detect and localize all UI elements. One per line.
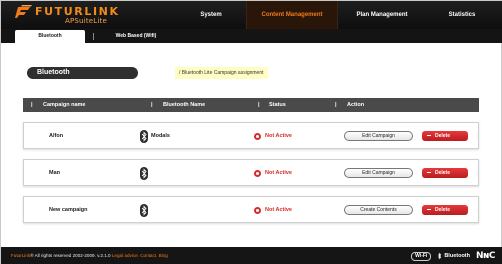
bluetooth-icon xyxy=(140,204,148,217)
delete-label: Delete xyxy=(435,170,451,176)
footer-brand-link[interactable]: FuturLink xyxy=(11,253,30,258)
tab-divider xyxy=(93,33,94,40)
delete-label: Delete xyxy=(435,207,451,213)
table-row: Alfon Modals Not Active Edit Campaign De… xyxy=(23,122,479,149)
column-header-status: Status xyxy=(269,102,286,108)
main-nav: System Content Management Plan Managemen… xyxy=(176,1,498,29)
sub-tabs: Bluetooth Web Based (Wifi) xyxy=(1,29,502,43)
section-title: Bluetooth xyxy=(27,67,138,79)
header-separator: | xyxy=(151,102,153,108)
footer: FuturLink® All rights reserved 2002-2009… xyxy=(1,247,502,264)
nfc-logo: NɴC xyxy=(476,251,496,261)
status-label: Not Active xyxy=(265,207,292,213)
footer-text: FuturLink® All rights reserved 2002-2009… xyxy=(11,247,168,264)
nav-plan-management[interactable]: Plan Management xyxy=(338,1,426,29)
status-label: Not Active xyxy=(265,133,292,139)
table-header: | Campaign name | Bluetooth Name | Statu… xyxy=(23,98,479,112)
header-separator: | xyxy=(258,102,260,108)
footer-links[interactable]: Legal advice. Contact. Blog xyxy=(112,253,168,258)
edit-campaign-button[interactable]: Edit Campaign xyxy=(344,168,413,178)
nav-system[interactable]: System xyxy=(176,1,246,29)
product-name: APSuiteLite xyxy=(65,17,107,25)
not-active-icon xyxy=(254,207,261,214)
tab-bluetooth[interactable]: Bluetooth xyxy=(15,30,85,43)
nav-content-management[interactable]: Content Management xyxy=(246,1,338,29)
nav-statistics[interactable]: Statistics xyxy=(426,1,498,29)
footer-copyright: All rights reserved 2002-2009. v.2.1.0 xyxy=(33,253,111,258)
bluetooth-logo-text: Bluetooth xyxy=(444,253,470,259)
delete-label: Delete xyxy=(435,133,451,139)
table-row: New campaign Not Active Create Contents … xyxy=(23,196,479,223)
status-label: Not Active xyxy=(265,170,292,176)
minus-icon xyxy=(427,135,431,137)
minus-icon xyxy=(427,172,431,174)
app-window: FUTURLINK APSuiteLite System Content Man… xyxy=(0,0,502,264)
column-header-campaign: Campaign name xyxy=(43,102,86,108)
bluetooth-icon xyxy=(140,167,148,180)
not-active-icon xyxy=(254,170,261,177)
bluetooth-icon xyxy=(438,252,442,260)
table-row: Man Not Active Edit Campaign Delete xyxy=(23,159,479,186)
header-separator: | xyxy=(335,102,337,108)
top-header: FUTURLINK APSuiteLite System Content Man… xyxy=(1,1,502,29)
footer-logos: Wi-Fi Bluetooth NɴC xyxy=(411,250,496,262)
campaign-name: Alfon xyxy=(49,133,64,139)
campaign-name: Man xyxy=(49,170,60,176)
column-header-bluetooth-name: Bluetooth Name xyxy=(163,102,206,108)
edit-campaign-button[interactable]: Edit Campaign xyxy=(344,131,413,141)
column-header-action: Action xyxy=(347,102,365,108)
brand-logo[interactable]: FUTURLINK APSuiteLite xyxy=(15,5,125,27)
tab-web-based-wifi[interactable]: Web Based (Wifi) xyxy=(105,30,167,43)
bluetooth-icon xyxy=(140,130,148,143)
create-contents-button[interactable]: Create Contents xyxy=(344,205,413,215)
wifi-logo: Wi-Fi xyxy=(411,251,432,261)
delete-button[interactable]: Delete xyxy=(422,131,468,141)
bluetooth-logo: Bluetooth xyxy=(437,252,470,260)
campaign-name: New campaign xyxy=(49,207,88,213)
not-active-icon xyxy=(254,133,261,140)
section-breadcrumb: / Bluetooth Lite Campaign assignment xyxy=(175,67,268,79)
delete-button[interactable]: Delete xyxy=(422,205,468,215)
bluetooth-name: Modals xyxy=(151,133,170,139)
header-separator: | xyxy=(31,102,33,108)
futurlink-logo-icon xyxy=(15,5,32,18)
minus-icon xyxy=(427,209,431,211)
delete-button[interactable]: Delete xyxy=(422,168,468,178)
